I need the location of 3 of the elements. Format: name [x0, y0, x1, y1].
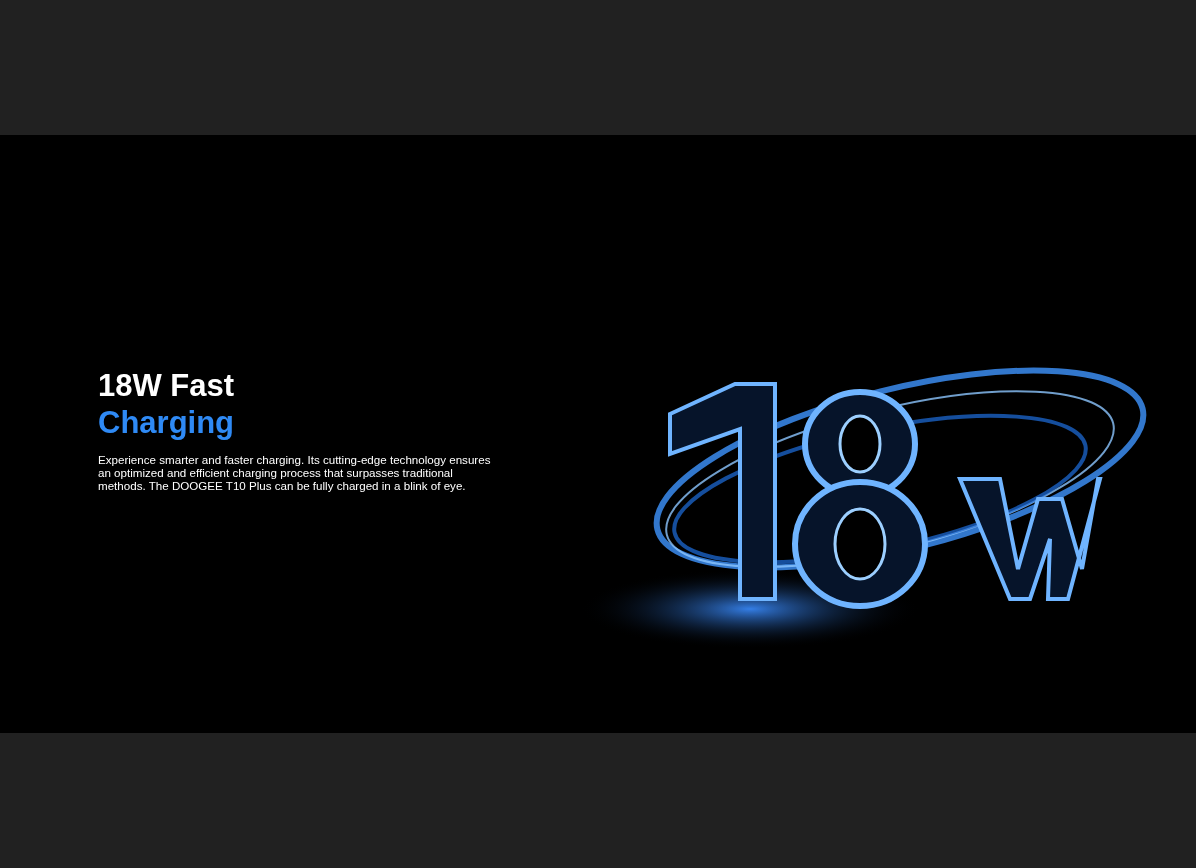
description-text: Experience smarter and faster charging. Its cutting-edge technology ensures an optimized and efficient charging process that surpasses traditional methods. The DOOGEE T10 Plus can be fully charged in a blink of eye.	[98, 452, 492, 492]
heading-line: 18W Fast	[98, 366, 235, 404]
heading-line: Charging	[98, 403, 235, 441]
